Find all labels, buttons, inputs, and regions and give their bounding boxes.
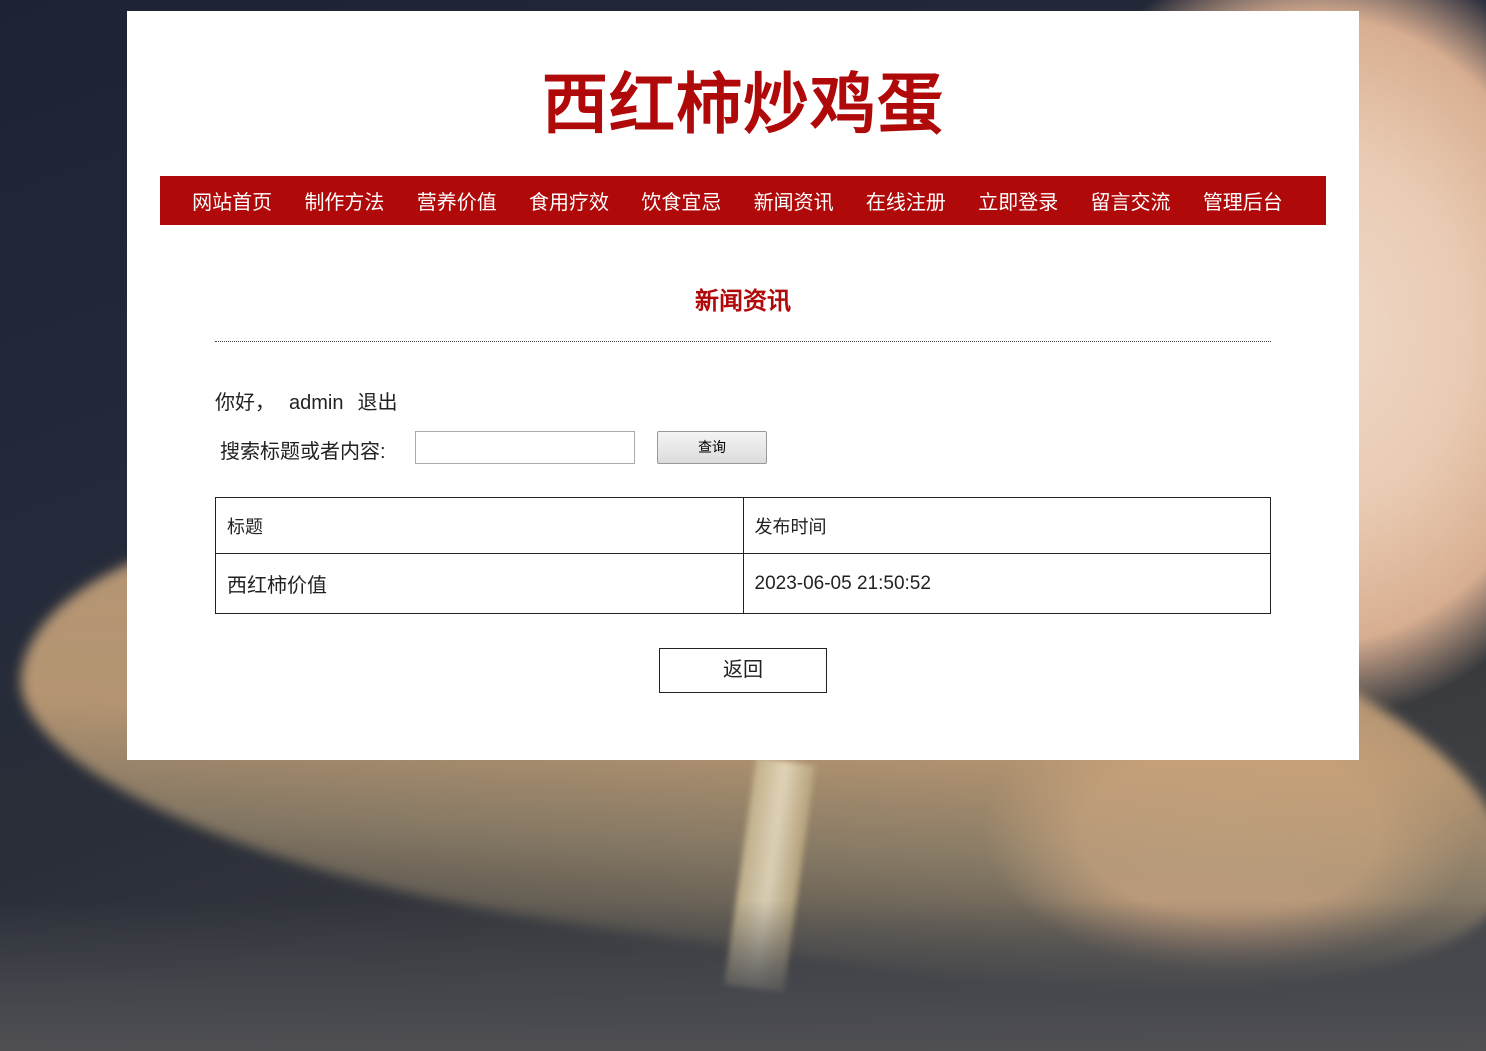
column-header-date: 发布时间 <box>742 497 1271 554</box>
greeting-text: 你好， <box>215 392 275 414</box>
content-card: 西红柿炒鸡蛋 网站首页 制作方法 营养价值 食用疗效 饮食宜忌 新闻资讯 在线注… <box>127 11 1359 760</box>
column-header-title: 标题 <box>215 497 744 554</box>
site-title: 西红柿炒鸡蛋 <box>542 66 944 143</box>
section-title: 新闻资讯 <box>695 288 791 315</box>
nav-item-nutrition[interactable]: 营养价值 <box>401 186 513 215</box>
section-divider <box>215 341 1271 342</box>
nav-item-messages[interactable]: 留言交流 <box>1074 186 1186 215</box>
main-nav: 网站首页 制作方法 营养价值 食用疗效 饮食宜忌 新闻资讯 在线注册 立即登录 … <box>160 176 1326 225</box>
table-row[interactable]: 西红柿价值 2023-06-05 21:50:52 <box>215 553 1271 614</box>
search-label: 搜索标题或者内容: <box>220 441 386 463</box>
nav-item-home[interactable]: 网站首页 <box>176 186 288 215</box>
username: admin <box>289 392 344 414</box>
news-title-cell[interactable]: 西红柿价值 <box>215 553 744 614</box>
search-button[interactable]: 查询 <box>657 431 767 464</box>
news-date-cell: 2023-06-05 21:50:52 <box>742 553 1271 614</box>
nav-item-therapy[interactable]: 食用疗效 <box>513 186 625 215</box>
background-shade <box>0 900 1486 1051</box>
news-table: 标题 发布时间 西红柿价值 2023-06-05 21:50:52 <box>215 497 1271 614</box>
nav-item-diet[interactable]: 饮食宜忌 <box>625 186 737 215</box>
back-button[interactable]: 返回 <box>659 648 827 693</box>
nav-item-register[interactable]: 在线注册 <box>850 186 962 215</box>
nav-item-login[interactable]: 立即登录 <box>962 186 1074 215</box>
nav-item-admin[interactable]: 管理后台 <box>1187 186 1299 215</box>
nav-item-news[interactable]: 新闻资讯 <box>737 186 849 215</box>
search-input[interactable] <box>415 431 635 464</box>
table-header-row: 标题 发布时间 <box>215 497 1271 554</box>
user-greeting: 你好， admin 退出 <box>215 386 397 415</box>
logout-link[interactable]: 退出 <box>357 392 397 414</box>
nav-item-recipe[interactable]: 制作方法 <box>288 186 400 215</box>
